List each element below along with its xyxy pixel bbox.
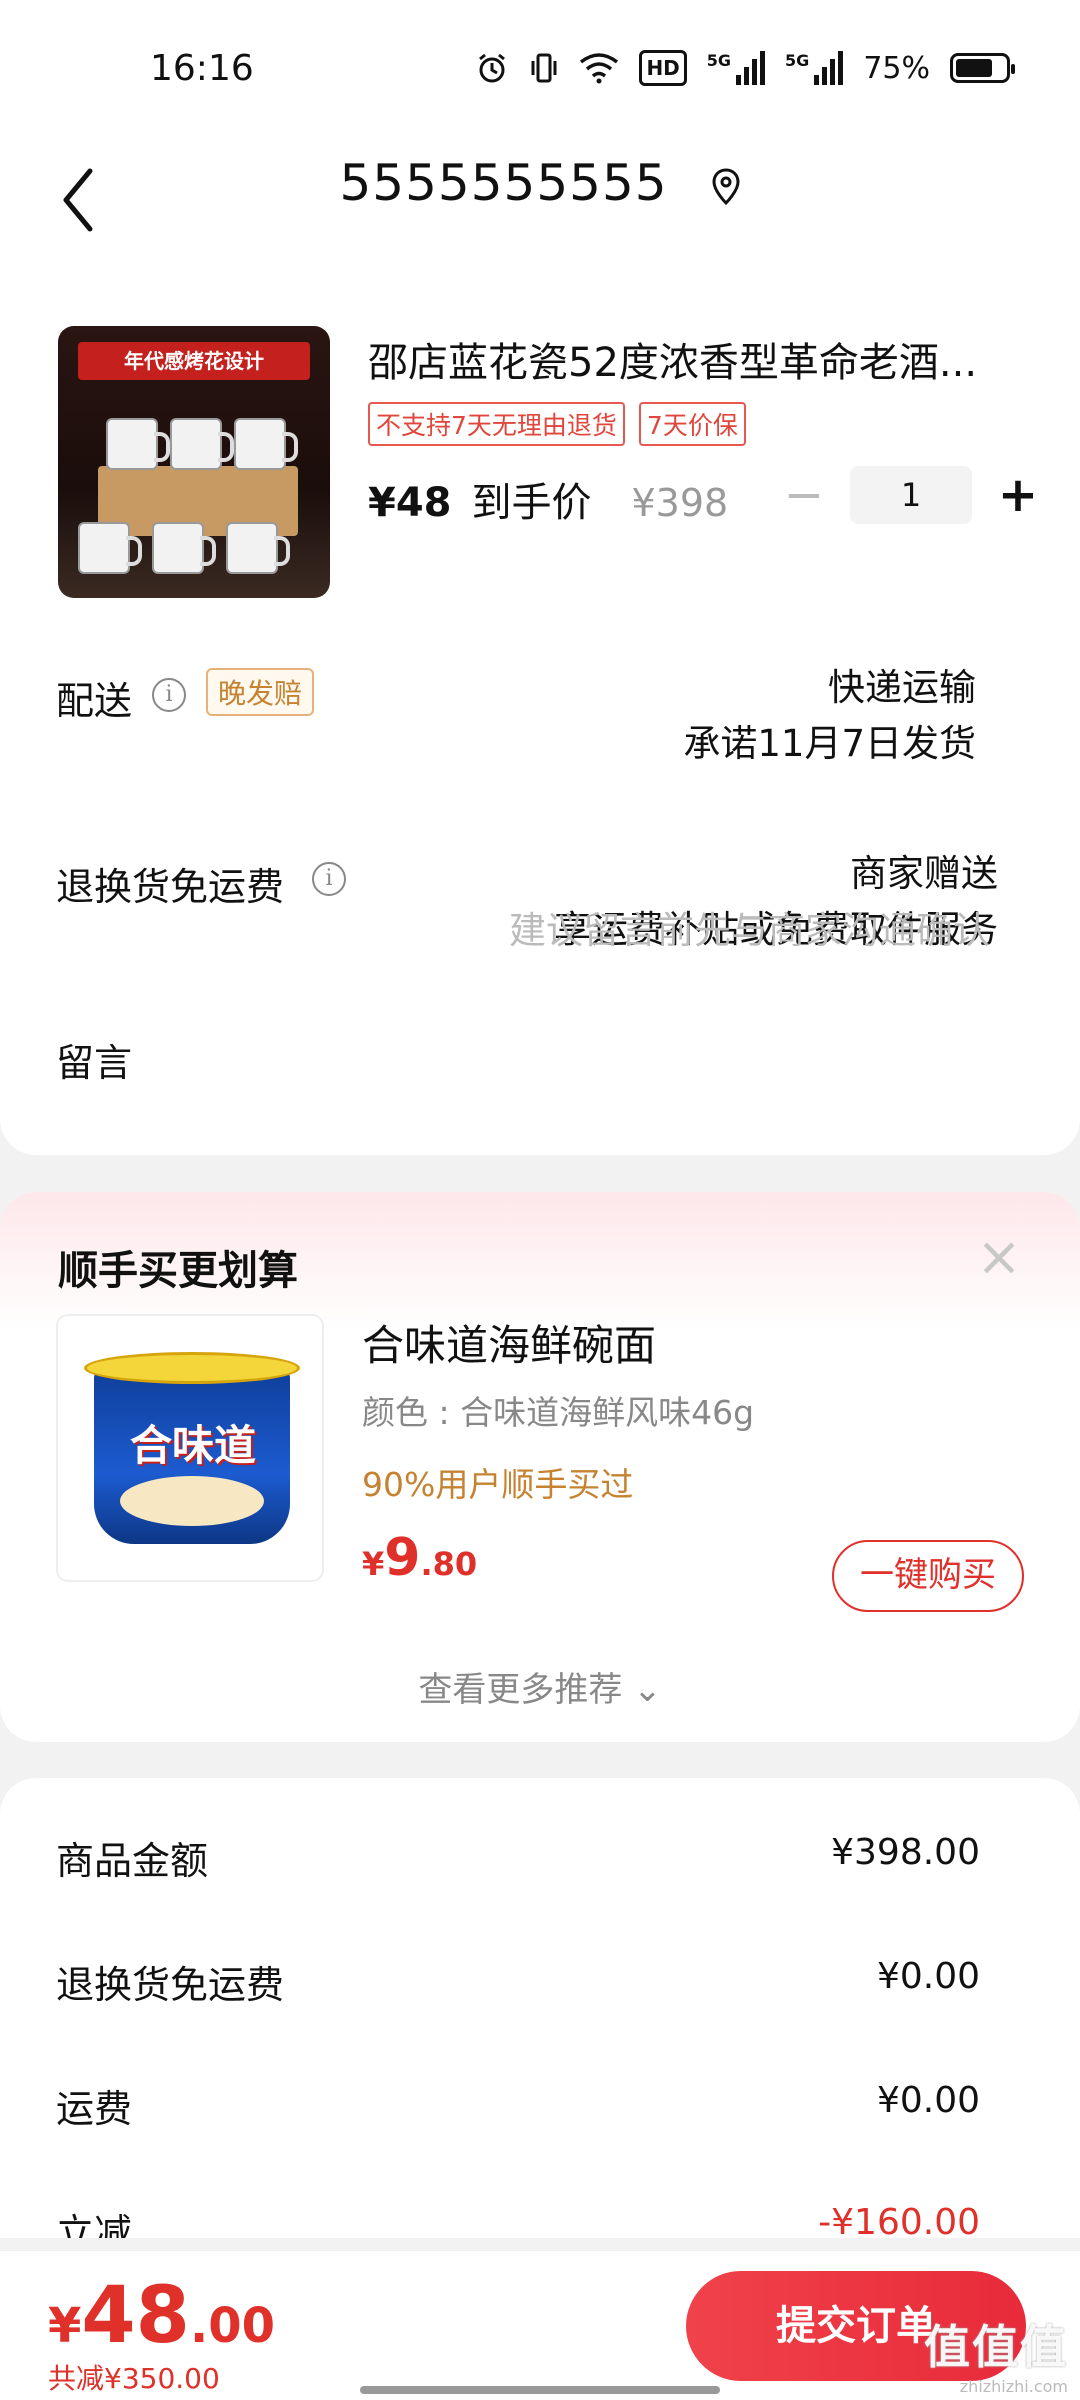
recommend-item-price: ¥9.80 bbox=[362, 1528, 478, 1588]
status-icons: HD 5G 5G 75% bbox=[475, 50, 1015, 86]
product-image-banner: 年代感烤花设计 bbox=[78, 342, 310, 380]
home-indicator[interactable] bbox=[360, 2386, 720, 2394]
delivery-promise: 承诺11月7日发货 bbox=[683, 722, 976, 765]
recommend-title: 顺手买更划算 bbox=[58, 1248, 298, 1294]
status-time: 16:16 bbox=[150, 48, 254, 89]
tag-price-protect: 7天价保 bbox=[638, 402, 746, 446]
one-click-buy-button[interactable]: 一键购买 bbox=[832, 1540, 1024, 1612]
address-selector[interactable]: 5555555555 bbox=[0, 154, 1080, 212]
recommend-item-image[interactable]: 合味道 bbox=[56, 1314, 324, 1582]
noodle-cup-brand: 合味道 bbox=[129, 1421, 256, 1470]
total-saved: 共减¥350.00 bbox=[48, 2362, 220, 2395]
signal-icon-1: 5G bbox=[707, 51, 766, 85]
summary-label-discount: 立减 bbox=[56, 2211, 133, 2238]
recommend-card: 顺手买更划算 × 合味道 合味道海鲜碗面 颜色 : 合味道海鲜风味46g 90%… bbox=[0, 1192, 1080, 1742]
watermark-url: zhizhizhi.com bbox=[959, 2377, 1068, 2396]
price-summary-card: 商品金额 ¥398.00 退换货免运费 ¥0.00 运费 ¥0.00 立减 -¥… bbox=[0, 1778, 1080, 2238]
order-card: 5555555555 年代感烤花设计 邵店蓝花瓷52度浓香型革命老酒... 不支… bbox=[0, 130, 1080, 1155]
more-recommend-link[interactable]: 查看更多推荐 ⌄ bbox=[0, 1662, 1080, 1711]
delivery-label: 配送 bbox=[56, 679, 133, 723]
battery-percent: 75% bbox=[863, 50, 930, 86]
delivery-info[interactable]: 快递运输 承诺11月7日发货 bbox=[683, 660, 998, 772]
return-shipping-value: 商家赠送 bbox=[850, 852, 998, 895]
alarm-icon bbox=[475, 50, 509, 86]
address-text: 5555555555 bbox=[339, 154, 668, 212]
battery-icon bbox=[950, 53, 1015, 83]
summary-value-goods: ¥398.00 bbox=[831, 1832, 980, 1873]
increase-button[interactable]: + bbox=[994, 467, 1042, 523]
checkout-bar: ¥48.00 共减¥350.00 提交订单 值值值 zhizhizhi.com bbox=[0, 2250, 1080, 2400]
recommend-item-name[interactable]: 合味道海鲜碗面 bbox=[362, 1312, 656, 1373]
final-price-label: 到手价 bbox=[471, 480, 592, 526]
hd-icon: HD bbox=[639, 50, 687, 86]
summary-value-discount: -¥160.00 bbox=[818, 2202, 980, 2238]
final-price: ¥48 bbox=[368, 480, 452, 526]
recommend-item-social: 90%用户顺手买过 bbox=[362, 1465, 634, 1504]
quantity-value[interactable]: 1 bbox=[850, 466, 972, 524]
summary-label-shipping: 运费 bbox=[56, 2087, 133, 2131]
return-shipping-label: 退换货免运费 bbox=[56, 865, 285, 909]
product-tags: 不支持7天无理由退货 7天价保 bbox=[368, 402, 746, 446]
quantity-stepper: − 1 + bbox=[780, 466, 1042, 524]
close-icon[interactable]: × bbox=[974, 1230, 1024, 1284]
signal-icon-2: 5G bbox=[785, 51, 844, 85]
message-input[interactable]: 建议留言前先与商家沟通确认 bbox=[509, 900, 990, 954]
product-title[interactable]: 邵店蓝花瓷52度浓香型革命老酒... bbox=[368, 330, 1018, 388]
info-icon[interactable]: i bbox=[312, 862, 346, 896]
product-price-row: ¥48 到手价 ¥398 bbox=[368, 470, 728, 528]
summary-value-return: ¥0.00 bbox=[876, 1956, 980, 1997]
original-price: ¥398 bbox=[631, 481, 729, 525]
delivery-method: 快递运输 bbox=[828, 666, 976, 709]
summary-label-goods: 商品金额 bbox=[56, 1839, 209, 1883]
late-compensation-badge: 晚发赔 bbox=[206, 668, 315, 716]
vibrate-icon bbox=[529, 50, 559, 86]
decrease-button[interactable]: − bbox=[780, 467, 828, 523]
wifi-icon bbox=[579, 50, 619, 86]
info-icon[interactable]: i bbox=[152, 678, 186, 712]
summary-value-shipping: ¥0.00 bbox=[876, 2080, 980, 2121]
location-pin-icon bbox=[712, 167, 740, 205]
watermark: 值值值 bbox=[924, 2320, 1068, 2374]
total-price: ¥48.00 bbox=[48, 2271, 275, 2361]
product-image[interactable]: 年代感烤花设计 bbox=[58, 326, 330, 598]
message-label: 留言 bbox=[56, 1041, 133, 1085]
status-bar: 16:16 HD 5G 5G 75% bbox=[0, 0, 1080, 130]
recommend-item-spec[interactable]: 颜色 : 合味道海鲜风味46g bbox=[362, 1386, 754, 1434]
tag-no-return: 不支持7天无理由退货 bbox=[368, 402, 625, 446]
summary-label-return: 退换货免运费 bbox=[56, 1963, 285, 2007]
